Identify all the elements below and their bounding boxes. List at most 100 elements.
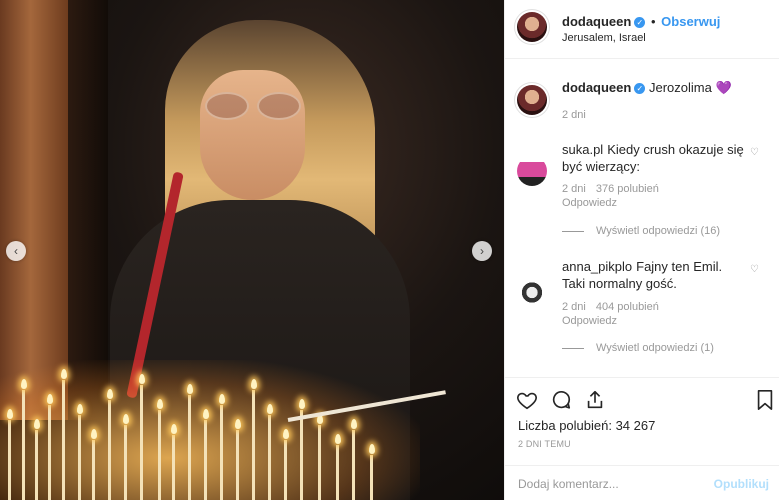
header-line: dodaqueen ✓ • Obserwuj (562, 14, 720, 29)
candle (204, 420, 207, 500)
comment-likes[interactable]: 404 polubień (596, 301, 659, 313)
candle (22, 390, 25, 500)
comment-username[interactable]: suka.pl (562, 142, 603, 157)
reply-button[interactable]: Odpowiedz (562, 315, 617, 327)
candle (284, 440, 287, 500)
candle-flame (33, 419, 40, 429)
candle-flame (202, 409, 209, 419)
candle (268, 415, 271, 500)
post-header: dodaqueen ✓ • Obserwuj Jerusalem, Israel (505, 0, 779, 59)
candle-flame (122, 414, 129, 424)
comment-text: suka.pl Kiedy crush okazuje się być wierz… (562, 141, 747, 175)
wooden-pillar (0, 0, 68, 420)
pillar-shadow (68, 0, 108, 420)
purple-heart-emoji: 💜 (715, 80, 732, 95)
post-actions: Liczba polubień: 34 267 2 DNI TEMU Dodaj… (505, 377, 779, 500)
photo-subject-face (200, 70, 305, 200)
share-icon[interactable] (583, 388, 607, 412)
caption-body: Jerozolima (648, 80, 712, 95)
candle-flame (60, 369, 67, 379)
candle-flame (218, 394, 225, 404)
post-timestamp[interactable]: 2 DNI TEMU (518, 439, 571, 449)
candle-flame (298, 399, 305, 409)
replies-line (562, 230, 584, 232)
username-link[interactable]: dodaqueen (562, 14, 631, 29)
candle-flame (6, 409, 13, 419)
candle-flame (20, 379, 27, 389)
candle (370, 455, 373, 500)
candle (140, 385, 143, 500)
username-link[interactable]: dodaqueen (562, 80, 631, 95)
chevron-left-icon[interactable]: ‹ (6, 241, 26, 261)
candle-flame (138, 374, 145, 384)
candle-flame (266, 404, 273, 414)
candle (236, 430, 239, 500)
candle (318, 425, 321, 500)
candle (172, 435, 175, 500)
comment-meta: 2 dni 376 polubień Odpowiedz (562, 182, 659, 210)
candle-flame (368, 444, 375, 454)
candle-flame (46, 394, 53, 404)
candle (62, 380, 65, 500)
post-photo[interactable]: ‹ › (0, 0, 504, 500)
candle (35, 430, 38, 500)
candle (336, 445, 339, 500)
comment-meta: 2 dni 404 polubień Odpowiedz (562, 300, 659, 328)
candle (158, 410, 161, 500)
comment-time: 2 dni (562, 183, 586, 195)
publish-button[interactable]: Opublikuj (714, 477, 769, 491)
candle (220, 405, 223, 500)
chevron-right-icon[interactable]: › (472, 241, 492, 261)
view-replies-button[interactable]: Wyświetl odpowiedzi (16) (562, 225, 720, 237)
candle (108, 400, 111, 500)
bookmark-icon[interactable] (753, 388, 777, 412)
comment-icon[interactable] (549, 388, 573, 412)
candle (352, 430, 355, 500)
avatar[interactable] (517, 156, 547, 186)
view-replies-label: Wyświetl odpowiedzi (16) (596, 225, 721, 237)
candle-flame (170, 424, 177, 434)
candle-flame (106, 389, 113, 399)
verified-badge-icon: ✓ (634, 17, 646, 29)
separator-dot: • (650, 14, 656, 29)
comment-likes[interactable]: 376 polubień (596, 183, 659, 195)
candle-flame (234, 419, 241, 429)
avatar[interactable] (517, 12, 547, 42)
likes-count[interactable]: Liczba polubień: 34 267 (518, 418, 655, 433)
view-replies-button[interactable]: Wyświetl odpowiedzi (1) (562, 342, 714, 354)
candle (188, 395, 191, 500)
candle (252, 390, 255, 500)
candle-flame (250, 379, 257, 389)
location-link[interactable]: Jerusalem, Israel (562, 32, 646, 44)
caption-text: dodaqueen ✓ Jerozolima 💜 (562, 80, 732, 96)
comment-input[interactable]: Dodaj komentarz... (518, 477, 619, 491)
candle-flame (350, 419, 357, 429)
comment-username[interactable]: anna_pikplo (562, 259, 632, 274)
comment-time: 2 dni (562, 301, 586, 313)
candle-flame (334, 434, 341, 444)
candle-flame (90, 429, 97, 439)
comment-text: anna_pikplo Fajny ten Emil. Taki normalny… (562, 258, 747, 292)
verified-badge-icon: ✓ (634, 83, 646, 95)
candle (300, 410, 303, 500)
reply-button[interactable]: Odpowiedz (562, 197, 617, 209)
avatar[interactable] (517, 85, 547, 115)
candle (48, 405, 51, 500)
heart-icon[interactable]: ♡ (750, 264, 759, 275)
heart-icon[interactable] (515, 388, 539, 412)
heart-icon[interactable]: ♡ (750, 147, 759, 158)
follow-button[interactable]: Obserwuj (661, 14, 720, 29)
caption-time: 2 dni (562, 109, 586, 121)
candle-flame (156, 399, 163, 409)
avatar[interactable] (517, 276, 547, 306)
replies-line (562, 347, 584, 349)
sunglasses (205, 92, 301, 120)
post-panel: dodaqueen ✓ • Obserwuj Jerusalem, Israel … (504, 0, 779, 500)
candle (8, 420, 11, 500)
view-replies-label: Wyświetl odpowiedzi (1) (596, 342, 714, 354)
candle-flame (282, 429, 289, 439)
candle (78, 415, 81, 500)
comments-list[interactable]: dodaqueen ✓ Jerozolima 💜 2 dni suka.pl Kie… (505, 59, 779, 376)
candle-flame (186, 384, 193, 394)
candle-flame (76, 404, 83, 414)
